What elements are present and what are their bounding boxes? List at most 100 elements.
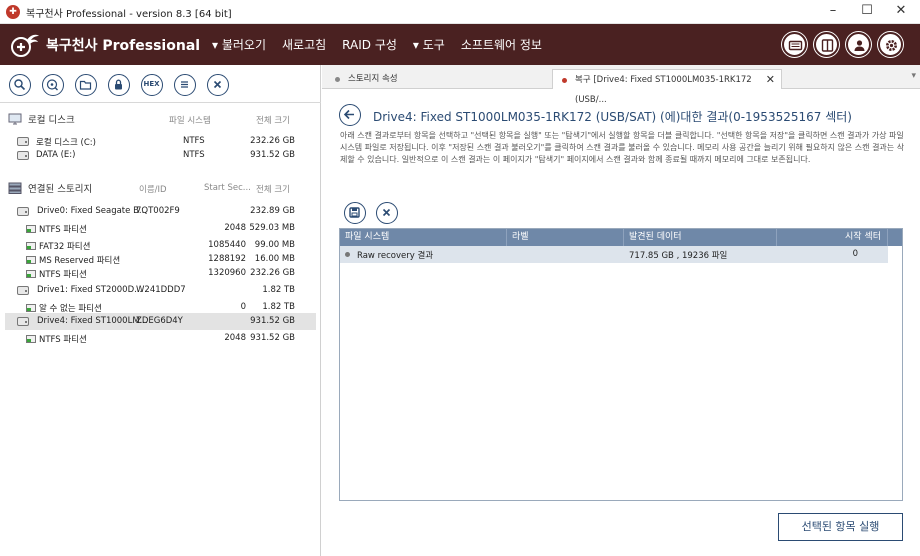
- tab-dot-icon: [562, 78, 567, 83]
- disk-name: DATA (E:): [36, 150, 76, 160]
- local-disk-label: 로컬 디스크: [28, 115, 75, 126]
- partition-row[interactable]: NTFS 파티션 2048 931.52 GB: [0, 330, 316, 347]
- partition-start: 2048: [224, 333, 246, 343]
- th-start-sector[interactable]: 시작 섹터: [777, 229, 888, 246]
- bullet-icon: [345, 252, 350, 257]
- window-title: 복구천사 Professional - version 8.3 [64 bit]: [26, 9, 232, 20]
- local-disk-row[interactable]: DATA (E:) NTFS 931.52 GB: [0, 147, 316, 164]
- connected-storage-label: 연결된 스토리지: [28, 184, 93, 195]
- partition-size: 931.52 GB: [250, 333, 295, 343]
- partition-icon: [26, 242, 36, 250]
- tab-label: 복구 [Drive4: Fixed ST1000LM035-1RK172 (US…: [575, 75, 752, 105]
- title-bar: ✚ 복구천사 Professional - version 8.3 [64 bi…: [0, 0, 920, 24]
- drive-row[interactable]: Drive1: Fixed ST2000D... W241DDD7 1.82 T…: [0, 282, 316, 299]
- hdd-icon: [17, 207, 29, 216]
- menu-refresh[interactable]: 새로고침: [282, 36, 326, 53]
- drive-size: 1.82 TB: [262, 285, 295, 295]
- partition-icon: [26, 256, 36, 264]
- search-icon: [14, 79, 26, 91]
- partition-start: 2048: [224, 223, 246, 233]
- open-image-button[interactable]: [75, 74, 97, 96]
- result-start: 0: [852, 249, 858, 259]
- left-toolbar: HEX: [0, 65, 321, 103]
- th-found-data[interactable]: 발견된 데이터: [624, 229, 777, 246]
- hex-viewer-button[interactable]: HEX: [141, 74, 163, 96]
- col-name-id: 이름/ID: [139, 185, 167, 195]
- drive-row[interactable]: Drive0: Fixed Seagate B... 7QT002F9 232.…: [0, 203, 316, 220]
- run-selected-button[interactable]: 선택된 항목 실행: [778, 513, 903, 541]
- logo-text: 복구천사 Professional: [46, 38, 201, 54]
- partition-start: 1085440: [208, 240, 246, 250]
- col-total-size: 전체 크기: [256, 116, 290, 126]
- close-storage-button[interactable]: [207, 74, 229, 96]
- settings-button[interactable]: [878, 32, 903, 57]
- lock-icon: [115, 79, 122, 90]
- table-row[interactable]: Raw recovery 결과 717.85 GB , 19236 파일 0: [340, 246, 888, 263]
- result-found: 717.85 GB , 19236 파일: [629, 251, 728, 261]
- tab-recovery[interactable]: 복구 [Drive4: Fixed ST1000LM035-1RK172 (US…: [552, 69, 782, 105]
- drive-list-button[interactable]: [782, 32, 807, 57]
- hdd-icon: [17, 317, 29, 326]
- tab-close-icon[interactable]: ✕: [766, 70, 775, 90]
- user-icon: [854, 40, 865, 51]
- maximize-button[interactable]: ☐: [850, 0, 884, 24]
- app-icon: ✚: [6, 5, 20, 19]
- th-label[interactable]: 라벨: [507, 229, 624, 246]
- account-button[interactable]: [846, 32, 871, 57]
- delete-results-button[interactable]: [376, 202, 398, 224]
- scan-button[interactable]: [42, 74, 64, 96]
- menu-about[interactable]: 소프트웨어 정보: [461, 36, 542, 53]
- drive-icon: [788, 40, 803, 51]
- partition-row[interactable]: NTFS 파티션 2048 529.03 MB: [0, 220, 316, 237]
- lock-button[interactable]: [108, 74, 130, 96]
- hdd-icon: [17, 286, 29, 295]
- save-results-button[interactable]: [344, 202, 366, 224]
- panel-layout-button[interactable]: [814, 32, 839, 57]
- disk-size: 232.26 GB: [250, 136, 295, 146]
- partition-start: 1288192: [208, 254, 246, 264]
- th-filesystem[interactable]: 파일 시스템: [340, 229, 507, 246]
- save-icon: [349, 207, 360, 218]
- monitor-icon: [8, 113, 22, 125]
- book-icon: [821, 39, 834, 52]
- menu-load[interactable]: ▾ 불러오기: [212, 36, 266, 53]
- drive-name: Drive1: Fixed ST2000D...: [37, 285, 143, 295]
- gear-icon: [886, 40, 897, 51]
- table-header: 파일 시스템 라벨 발견된 데이터 시작 섹터: [340, 229, 902, 246]
- drive-icon: [17, 137, 29, 146]
- disk-fs: NTFS: [183, 150, 205, 160]
- drive-row-selected[interactable]: Drive4: Fixed ST1000LM... ZDEG6D4Y 931.5…: [5, 313, 316, 330]
- minimize-button[interactable]: –: [816, 0, 850, 24]
- disk-size: 931.52 GB: [250, 150, 295, 160]
- tab-menu-icon[interactable]: ▾: [911, 71, 916, 81]
- partition-start: 1320960: [208, 268, 246, 278]
- results-title: Drive4: Fixed ST1000LM035-1RK172 (USB/SA…: [373, 110, 852, 124]
- drive-id: ZDEG6D4Y: [136, 316, 183, 326]
- drive-id: 7QT002F9: [136, 206, 180, 216]
- drive-icon: [17, 151, 29, 160]
- col-filesystem: 파일 시스템: [169, 116, 211, 126]
- menu-tools[interactable]: ▾ 도구: [413, 36, 445, 53]
- connected-storage-header: 연결된 스토리지: [8, 181, 92, 195]
- menu-raid[interactable]: RAID 구성: [342, 36, 397, 53]
- results-panel: 스토리지 속성 복구 [Drive4: Fixed ST1000LM035-1R…: [322, 65, 920, 556]
- local-disk-header: 로컬 디스크: [8, 112, 75, 126]
- scan-results-table: 파일 시스템 라벨 발견된 데이터 시작 섹터 Raw recovery 결과 …: [339, 228, 903, 501]
- tab-storage-properties[interactable]: 스토리지 속성: [326, 69, 550, 89]
- list-view-button[interactable]: [174, 74, 196, 96]
- partition-row[interactable]: NTFS 파티션 1320960 232.26 GB: [0, 265, 316, 282]
- tab-dot-icon: [335, 77, 340, 82]
- tab-bar: 스토리지 속성 복구 [Drive4: Fixed ST1000LM035-1R…: [322, 65, 920, 105]
- partition-size: 99.00 MB: [254, 240, 295, 250]
- partition-icon: [26, 225, 36, 233]
- back-button[interactable]: [339, 104, 361, 126]
- arrow-left-icon: [343, 109, 354, 120]
- close-button[interactable]: ✕: [884, 0, 918, 24]
- hex-icon: HEX: [143, 80, 160, 88]
- drive-name: Drive0: Fixed Seagate B...: [37, 206, 148, 216]
- col-start-sector: Start Sec...: [204, 183, 251, 193]
- drive-size: 232.89 GB: [250, 206, 295, 216]
- search-button[interactable]: [9, 74, 31, 96]
- storage-panel: HEX 로컬 디스크 파일 시스템 전체 크기 로컬 디스크 (C:) NTFS…: [0, 65, 321, 556]
- partition-icon: [26, 270, 36, 278]
